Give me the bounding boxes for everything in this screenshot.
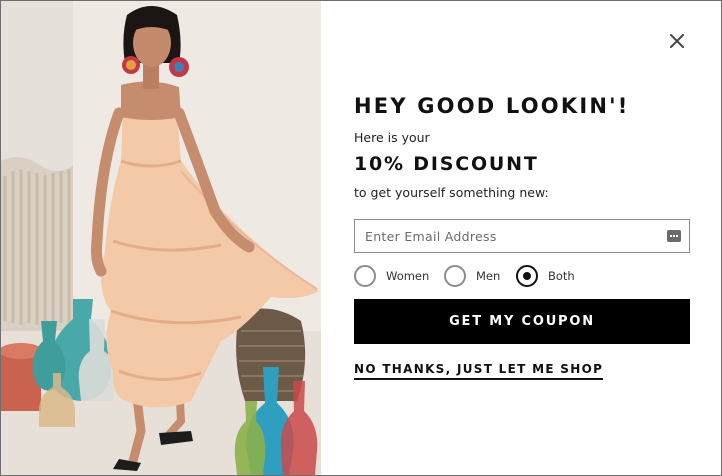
signup-panel: HEY GOOD LOOKIN'! Here is your 10% DISCO… (321, 1, 721, 475)
hero-illustration (1, 1, 321, 475)
radio-label: Women (386, 269, 430, 283)
radio-women[interactable]: Women (354, 264, 429, 288)
intro-text: Here is your (354, 130, 430, 145)
autofill-contact-icon[interactable] (667, 230, 681, 242)
radio-men[interactable]: Men (444, 264, 500, 288)
decline-link[interactable]: NO THANKS, JUST LET ME SHOP (354, 362, 604, 380)
radio-both[interactable]: Both (516, 264, 575, 288)
radio-label: Men (476, 269, 501, 283)
email-field-wrapper (354, 219, 690, 253)
close-icon (670, 34, 684, 48)
discount-title: 10% DISCOUNT (354, 153, 539, 175)
get-coupon-button[interactable]: GET MY COUPON (354, 299, 690, 344)
email-field[interactable] (355, 220, 689, 252)
headline: HEY GOOD LOOKIN'! (354, 94, 630, 118)
hero-image (1, 1, 321, 475)
coupon-modal: HEY GOOD LOOKIN'! Here is your 10% DISCO… (0, 0, 722, 476)
subline-text: to get yourself something new: (354, 185, 549, 200)
radio-circle[interactable] (516, 265, 538, 287)
radio-circle[interactable] (444, 265, 466, 287)
radio-label: Both (548, 269, 575, 283)
radio-circle[interactable] (354, 265, 376, 287)
close-button[interactable] (665, 29, 689, 53)
